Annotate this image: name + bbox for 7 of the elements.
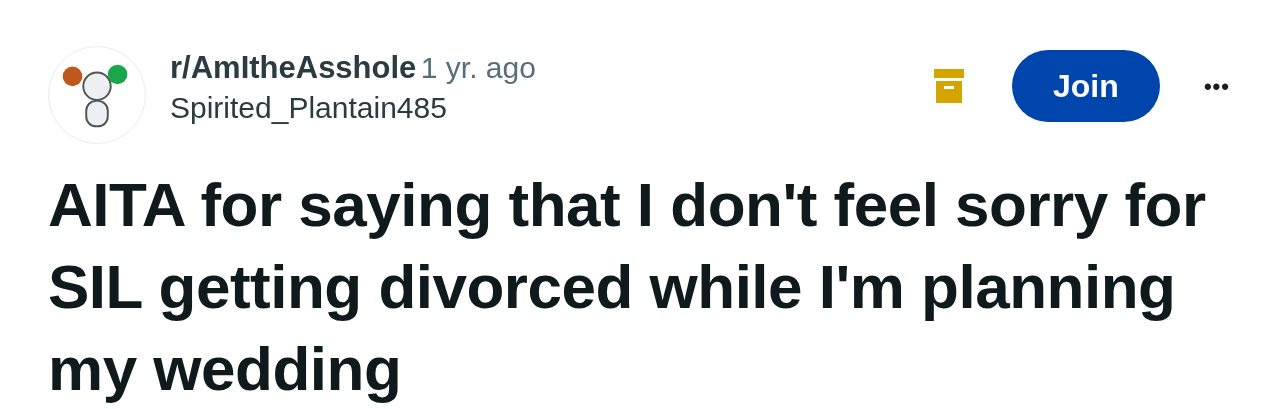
join-button[interactable]: Join [1011,50,1160,122]
post-title: AITA for saying that I don't feel sorry for SIL getting divorced while I'm planning my wedding [48,169,1207,405]
subreddit-link[interactable]: r/AmItheAsshole [170,50,417,85]
archive-icon [933,69,964,103]
post-time: 1 yr. ago [420,51,536,84]
more-options-button[interactable]: ••• [1199,69,1234,103]
author-link[interactable]: Spirited_Plantain485 [170,90,934,126]
